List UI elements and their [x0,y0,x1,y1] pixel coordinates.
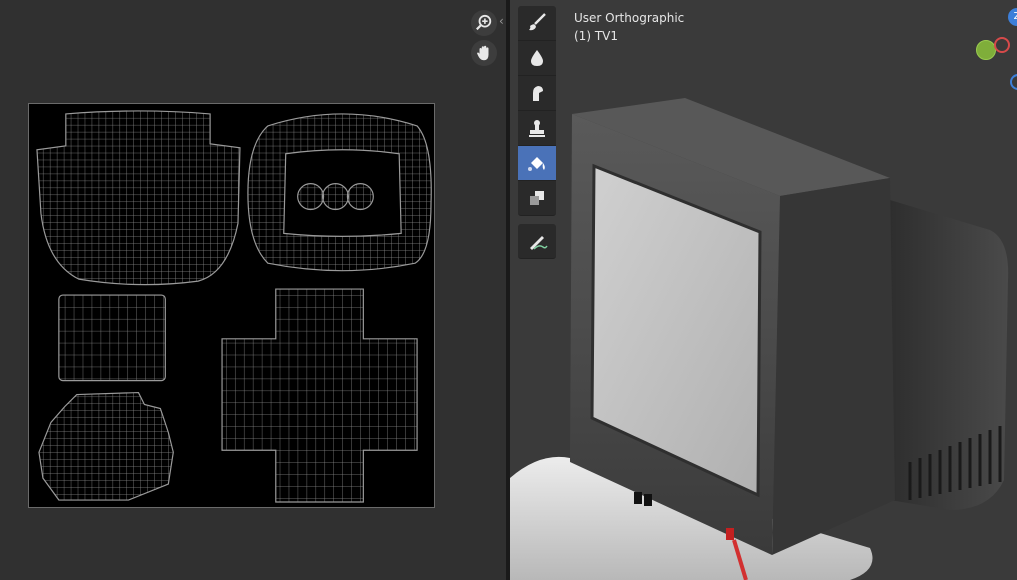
viewport-overlay-text: User Orthographic (1) TV1 [574,9,684,45]
tool-smear[interactable] [518,76,556,111]
clone-stamp-icon [529,120,545,137]
gizmo-y-axis[interactable] [976,40,996,60]
view-name: User Orthographic [574,11,685,25]
port-1 [634,492,642,504]
mask-icon [530,191,544,205]
tool-clone[interactable] [518,111,556,146]
tv-model-render [510,98,1009,580]
uv-island-panel [58,294,166,382]
panel-collapse-arrow[interactable]: ‹ [499,14,504,28]
uv-island-cross [221,288,418,503]
3d-viewport[interactable]: User Orthographic (1) TV1 Z [510,0,1017,580]
tool-mask[interactable] [518,181,556,216]
uv-island-back [36,110,241,286]
draw-brush-icon [529,13,546,31]
pan-button[interactable] [471,40,497,66]
tool-draw[interactable] [518,6,556,41]
hand-pan-icon [477,45,489,61]
uv-island-stand [38,391,174,501]
red-connector [726,528,734,540]
gizmo-x-axis-negative[interactable] [994,37,1010,53]
annotate-pen-icon [530,236,548,250]
tv-side [772,178,895,555]
soften-drop-icon [531,50,543,66]
tool-annotate[interactable] [518,224,556,259]
fill-bucket-icon [528,157,545,171]
zoom-button[interactable] [471,10,497,36]
uv-wireframe [36,110,432,503]
tool-fill[interactable] [518,146,556,181]
uv-editor-panel: ‹ [0,0,506,580]
tool-shelf [518,6,556,259]
zoom-in-icon [476,14,492,31]
active-object-name: (1) TV1 [574,29,618,43]
uv-island-front [247,113,432,272]
smear-icon [533,86,543,101]
port-2 [644,494,652,506]
tool-soften[interactable] [518,41,556,76]
uv-layout-canvas[interactable] [28,103,435,508]
